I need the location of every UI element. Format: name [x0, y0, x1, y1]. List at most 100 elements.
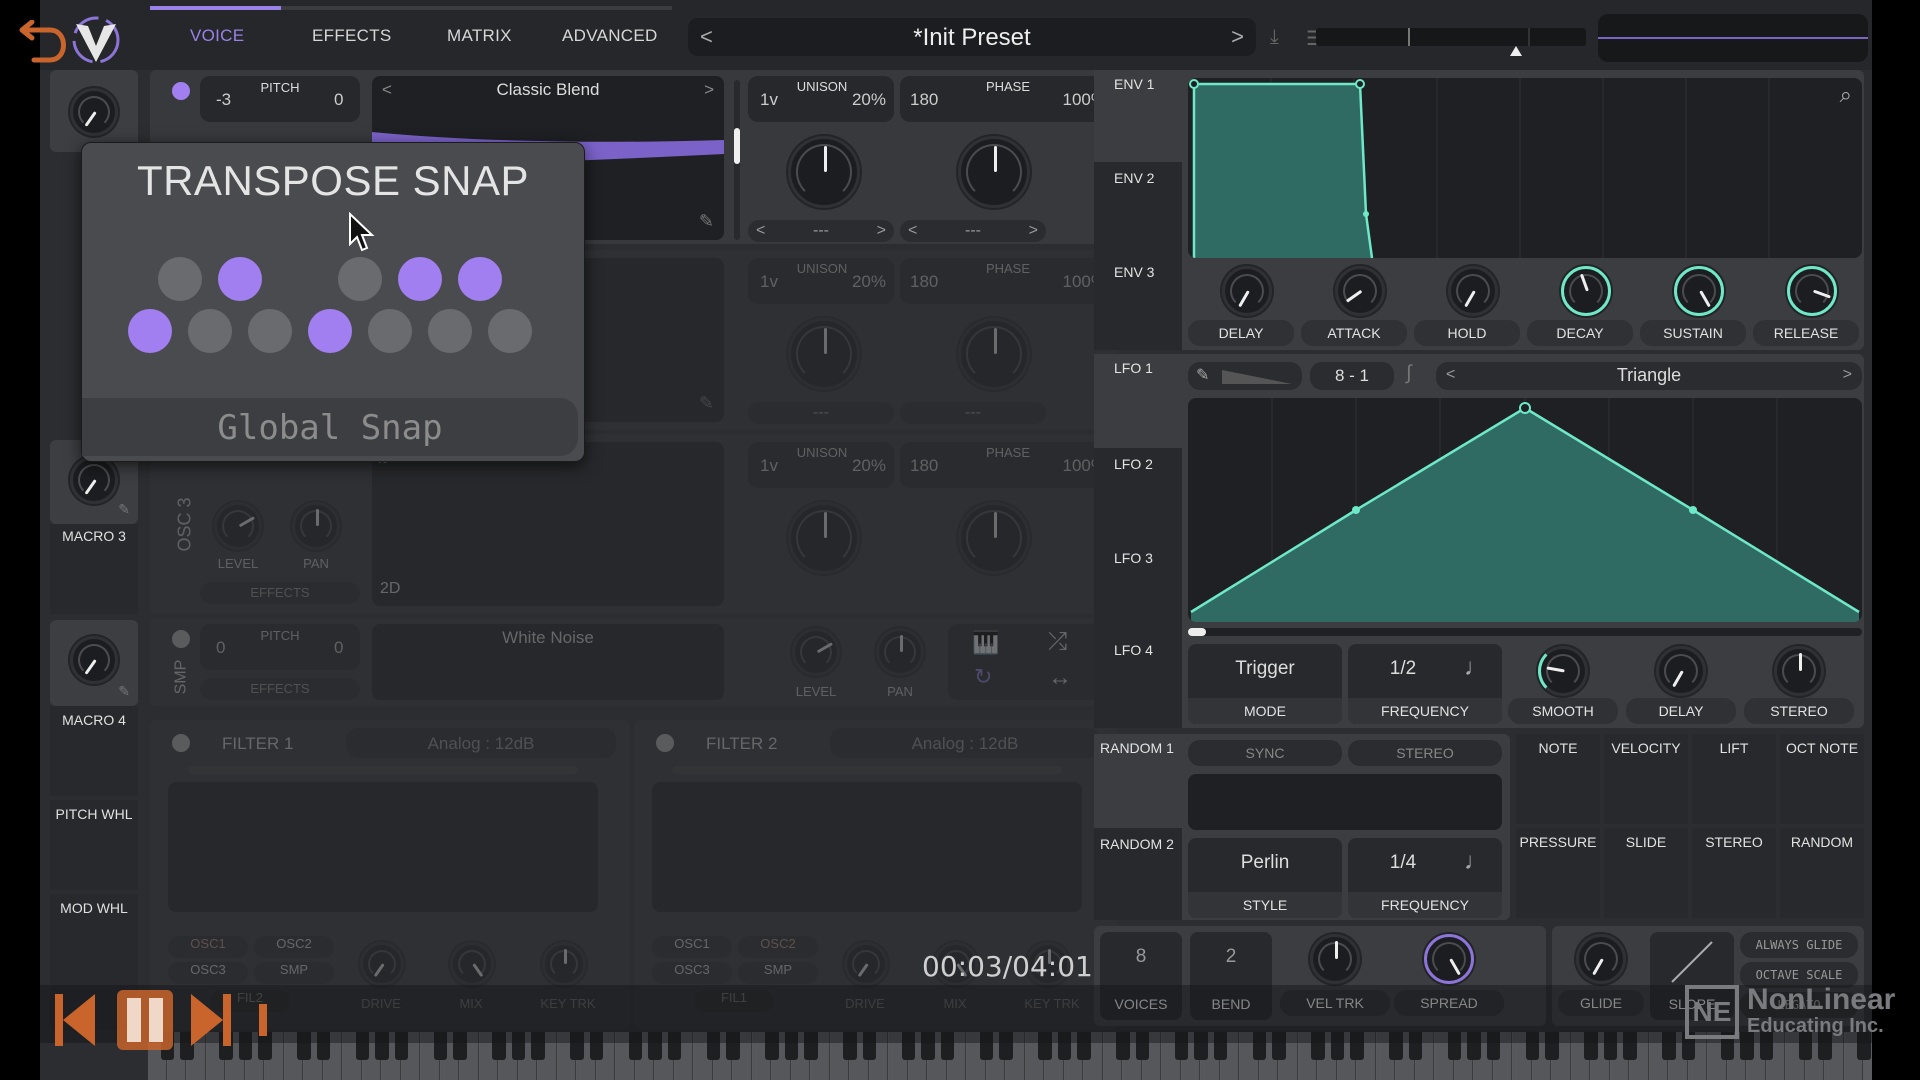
osc-3-level-knob[interactable] [214, 502, 262, 550]
snap-black-key-3[interactable] [338, 257, 382, 301]
osc-2-unison-box[interactable]: UNISON 1v 20% [748, 258, 894, 304]
mod-source-random[interactable]: RANDOM [1780, 828, 1864, 918]
macro-1-knob[interactable] [70, 88, 118, 136]
snap-black-key-5[interactable] [458, 257, 502, 301]
unison-voices[interactable]: 1v [760, 90, 778, 110]
unison-detune[interactable]: 20% [852, 456, 886, 476]
sampler-enable-toggle[interactable] [172, 630, 190, 648]
osc-1-unison-box[interactable]: UNISON 1v 20% [748, 76, 894, 122]
filter-2-drive-knob[interactable] [844, 942, 888, 986]
random-stereo-toggle[interactable]: STEREO [1348, 740, 1502, 766]
snap-white-key-1[interactable] [188, 309, 232, 353]
phase-mode-selector[interactable]: < --- > [900, 220, 1046, 242]
tab-voice[interactable]: VOICE [190, 26, 244, 46]
mod-source-pressure[interactable]: PRESSURE [1516, 828, 1600, 918]
snap-white-key-3[interactable] [308, 309, 352, 353]
sampler-pitch-box[interactable]: PITCH 0 0 [200, 624, 360, 670]
tab-effects[interactable]: EFFECTS [312, 26, 392, 46]
lfo-grid-size[interactable]: 8 - 1 [1310, 362, 1394, 390]
osc-1-pitch-semi[interactable]: 0 [334, 90, 343, 110]
random-start-icon[interactable]: ⤮ [1048, 628, 1067, 656]
osc-1-pitch-octave[interactable]: -3 [216, 90, 231, 110]
lfo-1-tab[interactable]: LFO 1 [1094, 354, 1182, 448]
snap-white-key-2[interactable] [248, 309, 292, 353]
mod-source-slide[interactable]: SLIDE [1604, 828, 1688, 918]
previous-icon[interactable] [55, 994, 95, 1046]
tempo-sync-note-icon[interactable]: ♩ [1464, 848, 1488, 876]
sampler-pitch-semi[interactable]: 0 [334, 638, 343, 658]
phase-value[interactable]: 180 [910, 456, 938, 476]
preset-selector[interactable]: < *Init Preset > [688, 18, 1256, 56]
bounce-icon[interactable]: ↔ [1048, 664, 1072, 692]
lfo-4-tab[interactable]: LFO 4 [1094, 636, 1182, 728]
filter-2-model-selector[interactable]: Analog : 12dB [830, 728, 1100, 758]
filter-1-keytrk-knob[interactable] [542, 942, 586, 986]
wavetable-next-icon[interactable]: > [704, 80, 714, 100]
osc-1-phase-box[interactable]: PHASE 180 100% [900, 76, 1114, 122]
random-frequency-control[interactable]: 1/4 ♩ FREQUENCY [1348, 838, 1502, 918]
env-decay-knob[interactable] [1561, 266, 1611, 316]
random-style-control[interactable]: Perlin STYLE [1188, 838, 1342, 918]
lfo-3-tab[interactable]: LFO 3 [1094, 542, 1182, 636]
next-icon[interactable] [191, 994, 231, 1046]
edit-wavetable-2-icon[interactable]: ✎ [699, 393, 714, 414]
snap-white-key-6[interactable] [488, 309, 532, 353]
lfo-shape-next-icon[interactable]: > [1843, 366, 1852, 384]
env-release-knob[interactable] [1787, 266, 1837, 316]
filter-1-mix-knob[interactable] [450, 942, 494, 986]
osc-1-frame-slider[interactable] [734, 80, 740, 240]
lfo-shape-selector[interactable]: < Triangle > [1436, 362, 1862, 390]
filter-2-response[interactable] [652, 782, 1082, 912]
random-2-tab[interactable]: RANDOM 2 [1094, 828, 1182, 920]
pause-icon[interactable] [117, 990, 173, 1050]
osc-1-phase-knob[interactable] [958, 136, 1030, 208]
smooth-curve-icon[interactable]: ∫ [1406, 362, 1411, 385]
edit-wavetable-icon[interactable]: ✎ [699, 211, 714, 232]
lfo-phase-scrub[interactable] [1188, 628, 1862, 636]
preset-next-button[interactable]: > [1231, 24, 1244, 50]
tab-advanced[interactable]: ADVANCED [562, 26, 658, 46]
osc-2-phase-box[interactable]: PHASE 180 100% [900, 258, 1114, 304]
osc-3-unison-knob[interactable] [788, 502, 860, 574]
unison-mode-selector[interactable]: < --- > [748, 220, 894, 242]
filter-1-route-osc3[interactable]: OSC3 [168, 962, 248, 984]
video-progress-track[interactable] [150, 6, 672, 10]
random-1-tab[interactable]: RANDOM 1 [1094, 734, 1182, 828]
osc-3-effects-selector[interactable]: EFFECTS [200, 582, 360, 604]
lfo-stereo-knob[interactable] [1774, 646, 1824, 696]
filter-2-route-smp[interactable]: SMP [738, 962, 818, 984]
snap-white-key-0[interactable] [128, 309, 172, 353]
back-arrow-icon[interactable] [10, 20, 80, 68]
unison-detune[interactable]: 20% [852, 90, 886, 110]
env-3-tab[interactable]: ENV 3 [1094, 256, 1182, 350]
sampler-effects-selector[interactable]: EFFECTS [200, 678, 360, 700]
filter-1-route-osc2[interactable]: OSC2 [254, 936, 334, 958]
mod-source-stereo[interactable]: STEREO [1692, 828, 1776, 918]
env-attack-knob[interactable] [1335, 266, 1385, 316]
filter-2-blend-slider[interactable] [672, 766, 1062, 774]
osc-1-pitch-box[interactable]: PITCH -3 0 [200, 76, 360, 122]
unison-mode-selector[interactable]: --- [748, 402, 894, 424]
snap-white-key-4[interactable] [368, 309, 412, 353]
edit-macro-3-icon[interactable]: ✎ [118, 501, 130, 518]
preset-name[interactable]: *Init Preset [688, 24, 1256, 52]
filter-1-drive-knob[interactable] [360, 942, 404, 986]
filter-1-enable-toggle[interactable] [172, 734, 190, 752]
env-hold-knob[interactable] [1448, 266, 1498, 316]
envelope-graph[interactable]: ⌕ [1188, 78, 1862, 258]
lfo-delay-knob[interactable] [1656, 646, 1706, 696]
filter-1-route-osc1[interactable]: OSC1 [168, 936, 248, 958]
osc-3-phase-knob[interactable] [958, 502, 1030, 574]
snap-black-key-1[interactable] [218, 257, 262, 301]
snap-black-key-0[interactable] [158, 257, 202, 301]
env-sustain-knob[interactable] [1674, 266, 1724, 316]
macro-4-knob[interactable] [70, 636, 118, 684]
sampler-level-knob[interactable] [792, 628, 840, 676]
volume-icon[interactable] [259, 1004, 267, 1036]
macro-3-knob[interactable] [70, 456, 118, 504]
osc-2-phase-knob[interactable] [958, 318, 1030, 390]
filter-2-route-osc1[interactable]: OSC1 [652, 936, 732, 958]
lfo-smooth-knob[interactable] [1538, 646, 1588, 696]
vel-trk-knob[interactable] [1310, 934, 1360, 984]
lfo-graph[interactable] [1188, 398, 1862, 622]
